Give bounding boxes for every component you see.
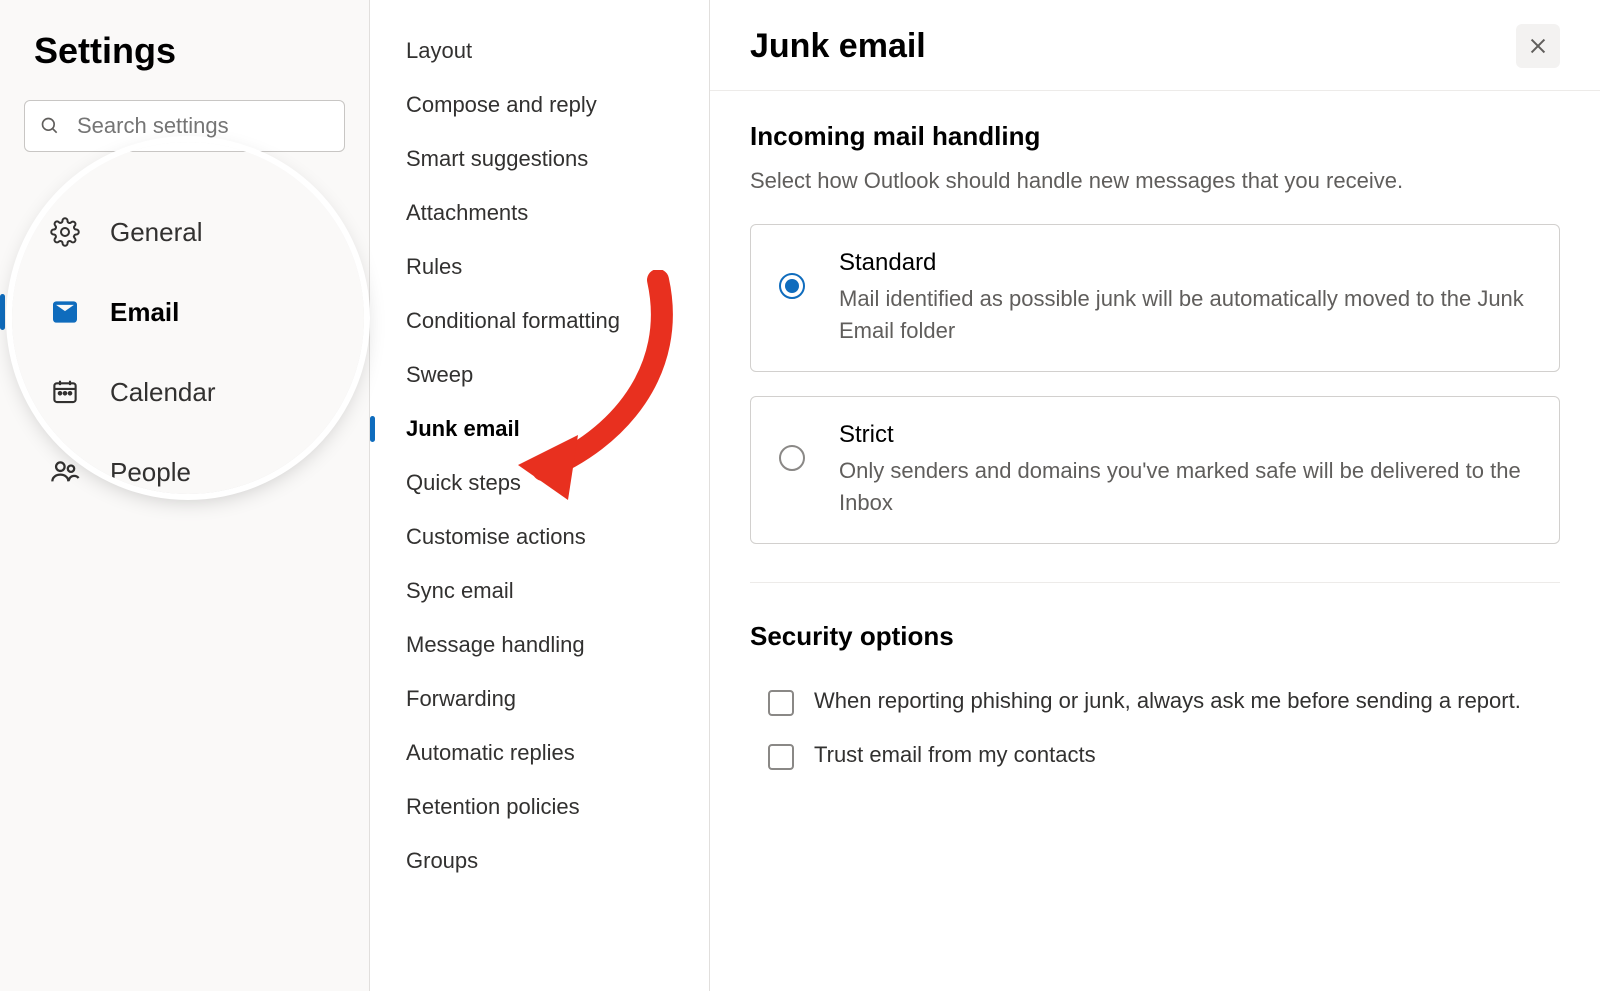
main-header: Junk email: [710, 0, 1600, 91]
subnav-compose[interactable]: Compose and reply: [370, 78, 709, 132]
subnav-junk-email[interactable]: Junk email: [370, 402, 709, 456]
security-trust-contacts[interactable]: Trust email from my contacts: [750, 742, 1560, 796]
category-email[interactable]: Email: [24, 272, 345, 352]
divider: [750, 582, 1560, 583]
subnav-message-handling[interactable]: Message handling: [370, 618, 709, 672]
mail-icon: [48, 295, 82, 329]
checkbox[interactable]: [768, 690, 794, 716]
option-desc: Mail identified as possible junk will be…: [839, 283, 1531, 347]
checkbox-label: Trust email from my contacts: [814, 742, 1096, 768]
gear-icon: [48, 215, 82, 249]
radio-strict[interactable]: [779, 445, 805, 471]
people-icon: [48, 455, 82, 489]
incoming-desc: Select how Outlook should handle new mes…: [750, 168, 1560, 194]
settings-sidebar: Settings General: [0, 0, 370, 991]
category-label: General: [110, 217, 203, 248]
category-label: Email: [110, 297, 179, 328]
calendar-icon: [48, 375, 82, 409]
option-title: Strict: [839, 421, 1531, 449]
email-subnav: Layout Compose and reply Smart suggestio…: [370, 0, 710, 991]
close-button[interactable]: [1516, 24, 1560, 68]
subnav-quick-steps[interactable]: Quick steps: [370, 456, 709, 510]
search-wrap: [24, 100, 345, 152]
category-general[interactable]: General: [24, 192, 345, 272]
subnav-rules[interactable]: Rules: [370, 240, 709, 294]
checkbox-label: When reporting phishing or junk, always …: [814, 688, 1521, 714]
category-calendar[interactable]: Calendar: [24, 352, 345, 432]
security-report-ask[interactable]: When reporting phishing or junk, always …: [750, 688, 1560, 742]
subnav-retention-policies[interactable]: Retention policies: [370, 780, 709, 834]
subnav-forwarding[interactable]: Forwarding: [370, 672, 709, 726]
category-label: Calendar: [110, 377, 216, 408]
search-input[interactable]: [24, 100, 345, 152]
subnav-groups[interactable]: Groups: [370, 834, 709, 888]
category-list: General Email: [24, 192, 345, 512]
option-title: Standard: [839, 249, 1531, 277]
subnav-smart-suggestions[interactable]: Smart suggestions: [370, 132, 709, 186]
option-strict[interactable]: Strict Only senders and domains you've m…: [750, 396, 1560, 544]
settings-window: Settings General: [0, 0, 1600, 991]
subnav-conditional-formatting[interactable]: Conditional formatting: [370, 294, 709, 348]
radio-standard[interactable]: [779, 273, 805, 299]
option-standard[interactable]: Standard Mail identified as possible jun…: [750, 224, 1560, 372]
subnav-automatic-replies[interactable]: Automatic replies: [370, 726, 709, 780]
main-content: Junk email Incoming mail handling Select…: [710, 0, 1600, 991]
search-icon: [40, 116, 60, 136]
subnav-sync-email[interactable]: Sync email: [370, 564, 709, 618]
category-people[interactable]: People: [24, 432, 345, 512]
option-desc: Only senders and domains you've marked s…: [839, 455, 1531, 519]
checkbox[interactable]: [768, 744, 794, 770]
category-label: People: [110, 457, 191, 488]
subnav-customise-actions[interactable]: Customise actions: [370, 510, 709, 564]
page-title: Junk email: [750, 27, 926, 66]
subnav-sweep[interactable]: Sweep: [370, 348, 709, 402]
security-heading: Security options: [750, 621, 1560, 652]
subnav-layout[interactable]: Layout: [370, 24, 709, 78]
settings-title: Settings: [34, 30, 345, 72]
close-icon: [1527, 35, 1549, 57]
incoming-heading: Incoming mail handling: [750, 121, 1560, 152]
subnav-attachments[interactable]: Attachments: [370, 186, 709, 240]
